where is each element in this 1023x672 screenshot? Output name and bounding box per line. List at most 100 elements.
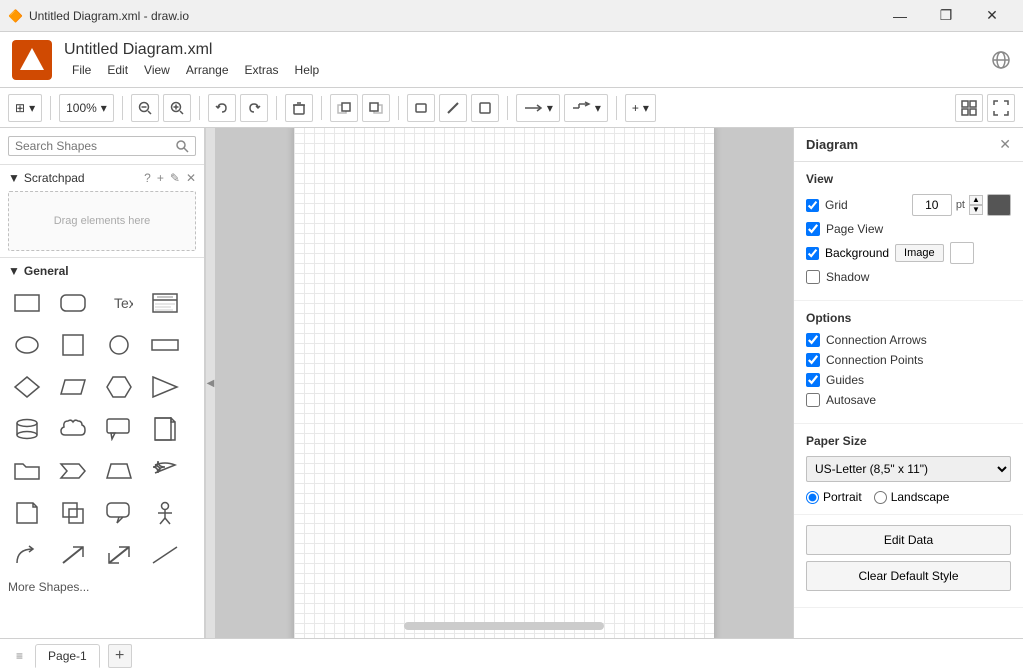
shape-speech-bubble[interactable] (100, 496, 138, 530)
menu-file[interactable]: File (64, 61, 99, 79)
shape-folder[interactable] (8, 454, 46, 488)
shape-square2[interactable] (54, 496, 92, 530)
shape-hexagon[interactable] (100, 370, 138, 404)
grid-size-input[interactable] (912, 194, 952, 216)
sep6 (398, 96, 399, 120)
shape-callout[interactable] (100, 412, 138, 446)
restore-button[interactable]: ❐ (923, 0, 969, 32)
canvas-area[interactable] (215, 128, 793, 638)
connection-style-dropdown[interactable]: ▾ (516, 94, 560, 122)
zoom-out-button[interactable] (131, 94, 159, 122)
portrait-radio[interactable] (806, 491, 819, 504)
waypoint-dropdown[interactable]: ▾ (564, 94, 608, 122)
shape-rectangle[interactable] (8, 286, 46, 320)
shape-header[interactable] (146, 286, 184, 320)
paper-size-select[interactable]: US-Letter (8,5" x 11") A4 (210 x 297 mm)… (806, 456, 1011, 482)
shape-note[interactable] (8, 496, 46, 530)
more-dropdown[interactable]: + ▾ (625, 94, 656, 122)
shape-parallelogram[interactable] (54, 370, 92, 404)
search-input[interactable] (15, 139, 175, 153)
shape-wide-rect[interactable] (146, 328, 184, 362)
landscape-option[interactable]: Landscape (874, 490, 950, 504)
autosave-checkbox[interactable] (806, 393, 820, 407)
shape-arrow-up-right[interactable] (54, 538, 92, 572)
background-image-button[interactable]: Image (895, 244, 944, 262)
zoom-dropdown[interactable]: 100% ▾ (59, 94, 114, 122)
shape-triangle-right[interactable] (146, 370, 184, 404)
shape-page[interactable] (146, 412, 184, 446)
shape-rounded-rect[interactable] (54, 286, 92, 320)
grid-canvas[interactable] (294, 128, 714, 638)
to-back-button[interactable] (362, 94, 390, 122)
shape-cylinder[interactable] (8, 412, 46, 446)
sep4 (276, 96, 277, 120)
shape-arrow-diagonal[interactable] (100, 538, 138, 572)
shape-ellipse[interactable] (8, 328, 46, 362)
to-front-button[interactable] (330, 94, 358, 122)
shape-diamond[interactable] (8, 370, 46, 404)
scratchpad-edit[interactable]: ✎ (170, 171, 180, 185)
page-tab-1[interactable]: Page-1 (35, 644, 100, 668)
shape-person[interactable] (146, 496, 184, 530)
clear-default-style-button[interactable]: Clear Default Style (806, 561, 1011, 591)
guides-checkbox[interactable] (806, 373, 820, 387)
view-toggle-dropdown[interactable]: ⊞ ▾ (8, 94, 42, 122)
shadow-checkbox[interactable] (806, 270, 820, 284)
shape-cross[interactable] (146, 454, 184, 488)
shape-text[interactable]: Text (100, 286, 138, 320)
svg-text:Text: Text (114, 295, 133, 311)
minimize-button[interactable]: — (877, 0, 923, 32)
shape-trapezoid[interactable] (100, 454, 138, 488)
connection-arrows-checkbox[interactable] (806, 333, 820, 347)
undo-button[interactable] (208, 94, 236, 122)
background-checkbox[interactable] (806, 247, 819, 260)
shape-button[interactable] (471, 94, 499, 122)
grid-color-box[interactable] (987, 194, 1011, 216)
menu-edit[interactable]: Edit (99, 61, 136, 79)
view-section: View Grid pt ▲ ▼ (794, 162, 1023, 301)
fit-page-button[interactable] (955, 94, 983, 122)
close-button[interactable]: ✕ (969, 0, 1015, 32)
menu-arrange[interactable]: Arrange (178, 61, 237, 79)
page-view-checkbox[interactable] (806, 222, 820, 236)
menu-extras[interactable]: Extras (237, 61, 287, 79)
fill-button[interactable] (407, 94, 435, 122)
grid-checkbox[interactable] (806, 199, 819, 212)
connection-points-checkbox[interactable] (806, 353, 820, 367)
more-shapes-link[interactable]: More Shapes... (8, 580, 196, 594)
portrait-option[interactable]: Portrait (806, 490, 862, 504)
scratchpad-add[interactable]: + (157, 171, 164, 185)
shape-chevron[interactable] (54, 454, 92, 488)
grid-option-row: Grid pt ▲ ▼ (806, 194, 1011, 216)
shape-curved-arrow[interactable] (8, 538, 46, 572)
delete-button[interactable] (285, 94, 313, 122)
grid-increment[interactable]: ▲ (969, 195, 983, 205)
shape-line[interactable] (146, 538, 184, 572)
page-tab-menu-button[interactable]: ≡ (12, 647, 27, 665)
scratchpad-expand[interactable]: ▼ (8, 171, 20, 185)
line-color-button[interactable] (439, 94, 467, 122)
right-panel-close-button[interactable]: ✕ (999, 136, 1011, 153)
shape-cloud[interactable] (54, 412, 92, 446)
landscape-radio[interactable] (874, 491, 887, 504)
search-input-wrapper[interactable] (8, 136, 196, 156)
horizontal-scrollbar[interactable] (404, 622, 604, 630)
fullscreen-button[interactable] (987, 94, 1015, 122)
shape-circle[interactable] (100, 328, 138, 362)
titlebar: 🔶 Untitled Diagram.xml - draw.io — ❐ ✕ (0, 0, 1023, 32)
scratchpad-help[interactable]: ? (144, 171, 151, 185)
edit-data-button[interactable]: Edit Data (806, 525, 1011, 555)
zoom-in-button[interactable] (163, 94, 191, 122)
resize-handle[interactable] (702, 631, 714, 638)
sep5 (321, 96, 322, 120)
general-section-title[interactable]: ▼ General (8, 264, 196, 278)
redo-button[interactable] (240, 94, 268, 122)
background-color-box[interactable] (950, 242, 974, 264)
menu-help[interactable]: Help (287, 61, 328, 79)
menu-view[interactable]: View (136, 61, 178, 79)
shape-square[interactable] (54, 328, 92, 362)
panel-collapse-handle[interactable]: ◀ (205, 128, 215, 638)
add-page-button[interactable]: + (108, 644, 132, 668)
scratchpad-close[interactable]: ✕ (186, 171, 196, 185)
grid-decrement[interactable]: ▼ (969, 205, 983, 215)
